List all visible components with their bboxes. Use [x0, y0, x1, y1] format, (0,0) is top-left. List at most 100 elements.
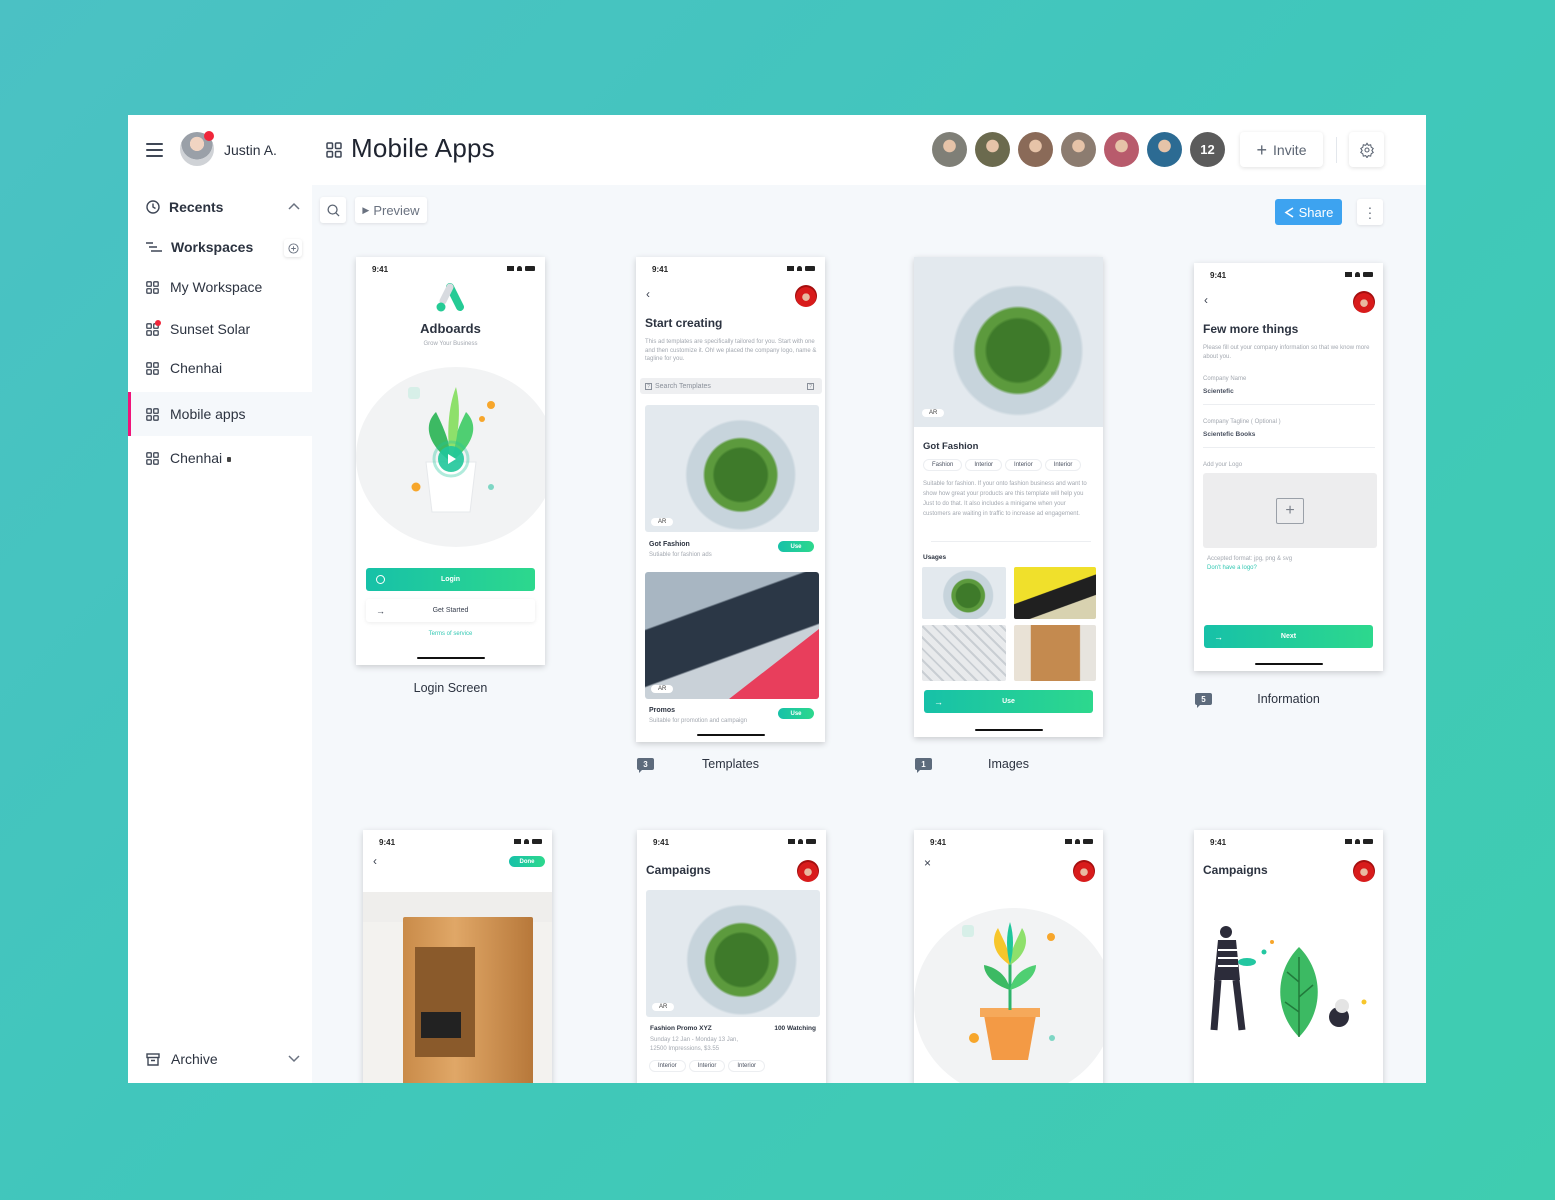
status-icons: [514, 838, 542, 844]
usage-thumbnail[interactable]: [922, 625, 1006, 681]
profile-avatar[interactable]: [1073, 860, 1095, 882]
back-icon[interactable]: ‹: [646, 287, 650, 301]
search-templates-input[interactable]: ? Search Templates ?: [640, 378, 822, 394]
share-button[interactable]: Share: [1275, 199, 1342, 225]
collaborator-avatar[interactable]: [932, 132, 967, 167]
use-button[interactable]: Use: [778, 708, 814, 719]
profile-avatar[interactable]: [1353, 860, 1375, 882]
collaborator-overflow-count[interactable]: 12: [1190, 132, 1225, 167]
field-underline: [1203, 404, 1375, 405]
profile-avatar[interactable]: [795, 285, 817, 307]
add-workspace-button[interactable]: [284, 239, 302, 257]
screen-campaigns[interactable]: 9:41 Campaigns AR Fashion Promo XYZ 100 …: [637, 830, 826, 1083]
field-label: Company Tagline ( Optional ): [1203, 419, 1281, 425]
sidebar-item-sunset-solar[interactable]: Sunset Solar: [128, 307, 312, 351]
use-button[interactable]: → Use: [924, 690, 1093, 713]
usage-thumbnail[interactable]: [1014, 625, 1096, 681]
sidebar-item-label: Chenhai: [170, 450, 223, 466]
company-name-field[interactable]: Scientefic: [1203, 388, 1234, 395]
detail-title: Got Fashion: [923, 441, 979, 452]
use-label: Use: [1002, 698, 1015, 705]
campaign-image[interactable]: AR: [646, 890, 820, 1017]
profile-avatar[interactable]: [1353, 291, 1375, 313]
collaborator-list: 12: [932, 132, 1225, 167]
screen-plant[interactable]: 9:41 ×: [914, 830, 1103, 1083]
tag[interactable]: Fashion: [923, 459, 963, 471]
field-underline: [1203, 447, 1375, 448]
top-bar: Justin A. Mobile Apps 12 + Invite: [128, 115, 1426, 185]
sidebar-item-chenhai[interactable]: Chenhai: [128, 346, 312, 390]
logo-upload-area[interactable]: +: [1203, 473, 1377, 548]
usages-label: Usages: [923, 554, 947, 561]
screen-login[interactable]: 9:41 Adboards Grow Your Business Login →…: [356, 257, 545, 665]
status-icons: [788, 838, 816, 844]
use-button[interactable]: Use: [778, 541, 814, 552]
login-button[interactable]: Login: [366, 568, 535, 591]
collaborator-avatar[interactable]: [1018, 132, 1053, 167]
company-tagline-field[interactable]: Scientefic Books: [1203, 431, 1255, 438]
close-icon[interactable]: ×: [924, 856, 931, 870]
screen-images[interactable]: AR Got Fashion Fashion Interior Interior In…: [914, 257, 1103, 737]
status-icons: [507, 265, 535, 271]
screen-furniture[interactable]: 9:41 ‹ Done: [363, 830, 552, 1083]
screen-title: Campaigns: [646, 863, 711, 877]
no-logo-link[interactable]: Don't have a logo?: [1207, 565, 1257, 571]
menu-icon[interactable]: [146, 143, 163, 157]
back-icon[interactable]: ‹: [1204, 293, 1208, 307]
preview-button[interactable]: ▶ Preview: [355, 197, 427, 223]
sidebar-item-chenhai-locked[interactable]: Chenhai: [128, 436, 312, 480]
collaborator-avatar[interactable]: [1061, 132, 1096, 167]
back-icon[interactable]: ‹: [373, 854, 377, 868]
field-label: Company Name: [1203, 376, 1247, 382]
user-circle-icon: [376, 575, 385, 584]
chevron-down-icon[interactable]: [288, 1055, 300, 1063]
next-label: Next: [1280, 633, 1297, 640]
screen-caption[interactable]: Login Screen: [356, 681, 545, 695]
terms-link[interactable]: Terms of service: [356, 631, 545, 637]
sidebar-item-my-workspace[interactable]: My Workspace: [128, 265, 312, 309]
sidebar-archive[interactable]: Archive: [128, 1037, 312, 1081]
screen-caption[interactable]: Images: [914, 757, 1103, 771]
user-name[interactable]: Justin A.: [224, 142, 277, 158]
usage-thumbnail[interactable]: [1014, 567, 1096, 619]
usage-thumbnail[interactable]: [922, 567, 1006, 619]
play-icon: ▶: [362, 204, 370, 215]
collaborator-avatar[interactable]: [1147, 132, 1182, 167]
more-options-button[interactable]: · · ·: [1357, 199, 1383, 225]
tag[interactable]: Interior: [965, 459, 1003, 471]
screen-templates[interactable]: 9:41 ‹ Start creating This ad templates …: [636, 257, 825, 742]
sidebar-item-label: My Workspace: [170, 279, 263, 295]
next-button[interactable]: → Next: [1204, 625, 1373, 648]
status-time: 9:41: [930, 838, 947, 847]
get-started-button[interactable]: → Get Started: [366, 599, 535, 622]
tag[interactable]: Interior: [688, 1060, 726, 1072]
get-started-label: Get Started: [432, 607, 469, 614]
workspaces-header[interactable]: Workspaces: [146, 239, 253, 255]
recents-header[interactable]: Recents: [146, 199, 223, 215]
collaborator-avatar[interactable]: [975, 132, 1010, 167]
settings-button[interactable]: [1349, 132, 1384, 167]
tag[interactable]: Interior: [649, 1060, 686, 1072]
screen-campaigns-illustration[interactable]: 9:41 Campaigns: [1194, 830, 1383, 1083]
lock-icon: [227, 456, 232, 462]
profile-avatar[interactable]: [797, 860, 819, 882]
invite-button[interactable]: + Invite: [1240, 132, 1323, 167]
screen-caption[interactable]: Templates: [636, 757, 825, 771]
template-image[interactable]: AR: [645, 405, 819, 532]
tag[interactable]: Interior: [728, 1060, 766, 1072]
status-icons: [1065, 838, 1093, 844]
page-title: Mobile Apps: [351, 133, 495, 163]
screen-information[interactable]: 9:41 ‹ Few more things Please fill out y…: [1194, 263, 1383, 671]
done-button[interactable]: Done: [509, 856, 545, 867]
collaborator-avatar[interactable]: [1104, 132, 1139, 167]
sidebar-item-mobile-apps[interactable]: Mobile apps: [128, 392, 312, 436]
chevron-up-icon[interactable]: [288, 202, 300, 210]
tag[interactable]: Interior: [1005, 459, 1042, 471]
template-image[interactable]: AR: [645, 572, 819, 699]
search-button[interactable]: [320, 197, 346, 223]
status-time: 9:41: [653, 838, 670, 847]
status-icons: [787, 265, 815, 271]
screen-caption[interactable]: Information: [1194, 692, 1383, 706]
tag[interactable]: Interior: [1044, 459, 1082, 471]
status-time: 9:41: [379, 838, 396, 847]
